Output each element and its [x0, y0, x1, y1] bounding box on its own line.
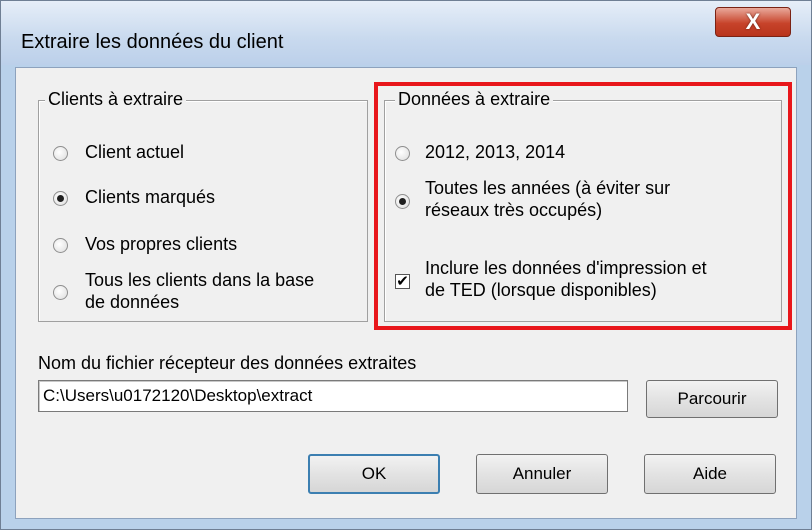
radio-label-line1: Toutes les années (à éviter sur	[425, 178, 671, 198]
radio-button[interactable]	[53, 191, 68, 206]
radio-button[interactable]	[395, 194, 410, 209]
data-group: Données à extraire 2012, 2013, 2014 Tout…	[384, 89, 782, 322]
ok-button[interactable]: OK	[308, 454, 440, 494]
radio-label-line1: Tous les clients dans la base	[85, 270, 315, 290]
radio-label: Client actuel	[85, 142, 185, 162]
radio-button[interactable]	[53, 238, 68, 253]
data-group-legend: Données à extraire	[395, 89, 554, 110]
clients-group-legend: Clients à extraire	[45, 89, 187, 110]
checkbox-label-line1: Inclure les données d'impression et	[425, 258, 707, 278]
clients-group: Clients à extraire Client actuel Clients…	[38, 89, 368, 322]
title-bar[interactable]: Extraire les données du client X	[1, 1, 811, 65]
file-label: Nom du fichier récepteur des données ext…	[38, 353, 417, 373]
radio-label: Clients marqués	[85, 187, 216, 207]
radio-button[interactable]	[395, 146, 410, 161]
radio-button[interactable]	[53, 285, 68, 300]
radio-button[interactable]	[53, 146, 68, 161]
checkbox-label-line2: de TED (lorsque disponibles)	[425, 280, 657, 300]
file-path-input[interactable]	[38, 380, 628, 412]
cancel-button[interactable]: Annuler	[476, 454, 608, 494]
radio-label: Vos propres clients	[85, 234, 238, 254]
checkbox[interactable]: ✔	[395, 274, 410, 289]
window-title: Extraire les données du client	[21, 31, 284, 53]
radio-label-line2: de données	[85, 292, 180, 312]
help-button[interactable]: Aide	[644, 454, 776, 494]
close-icon: X	[745, 9, 761, 34]
browse-button[interactable]: Parcourir	[646, 380, 778, 418]
radio-label: 2012, 2013, 2014	[425, 142, 566, 162]
extract-dialog: Extraire les données du client X Clients…	[0, 0, 812, 530]
dialog-body: Clients à extraire Client actuel Clients…	[15, 67, 797, 519]
close-button[interactable]: X	[715, 7, 791, 37]
radio-label-line2: réseaux très occupés)	[425, 200, 603, 220]
